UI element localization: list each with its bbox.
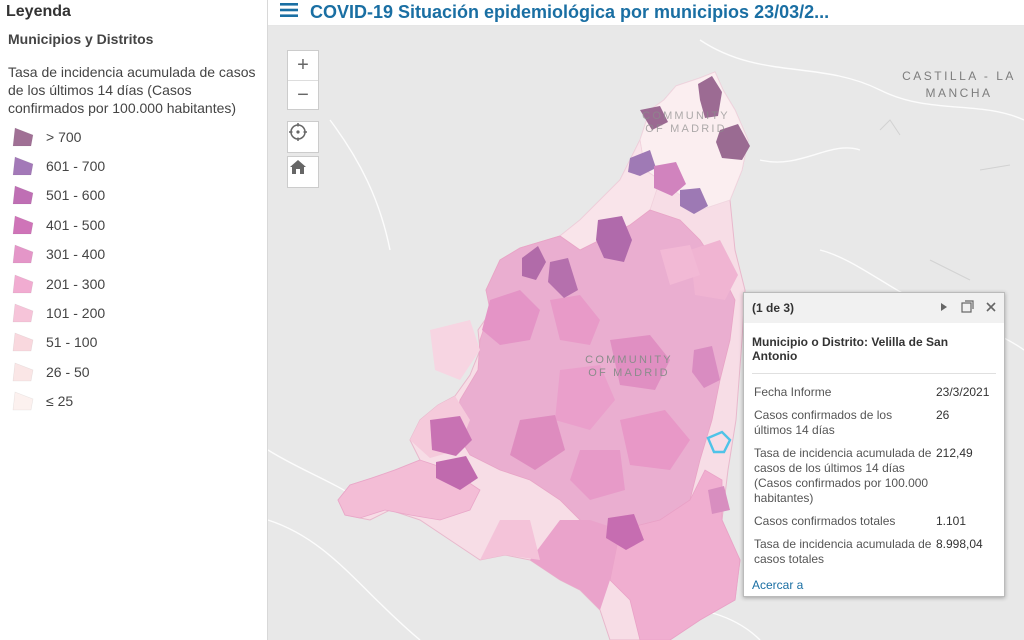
legend-title: Leyenda: [6, 3, 71, 20]
zoom-in-button[interactable]: +: [288, 51, 318, 80]
attribute-value: 26: [936, 408, 950, 422]
attribute-name: Casos confirmados de los últimos 14 días: [754, 408, 893, 437]
legend-swatch-icon: [12, 332, 34, 352]
legend-class-row: 101 - 200: [8, 298, 259, 327]
legend-class-label: 51 - 100: [46, 334, 98, 351]
map-label-community-center: COMMUNITY OF MADRID: [585, 354, 673, 379]
zoom-out-button[interactable]: −: [288, 80, 318, 109]
legend-swatch-icon: [12, 303, 34, 323]
legend-class-label: 401 - 500: [46, 216, 106, 233]
legend-class-list: > 700 601 - 700 501 - 600 401 - 500 301 - 40…: [8, 122, 259, 416]
popup-attribute-row: Casos confirmados totales 1.101: [752, 511, 996, 534]
legend-swatch-icon: [12, 215, 34, 235]
legend-layer-name: Municipios y Distritos: [8, 31, 154, 47]
attribute-name: Casos confirmados totales: [754, 514, 896, 528]
zoom-to-link[interactable]: Acercar a: [752, 578, 803, 592]
attribute-value: 212,49: [936, 446, 973, 460]
legend-swatch-icon: [12, 244, 34, 264]
legend-class-label: > 700: [46, 128, 82, 145]
legend-panel: Leyenda Municipios y Distritos Tasa de i…: [0, 0, 268, 640]
legend-class-row: 301 - 400: [8, 240, 259, 269]
popup-attribute-table: Fecha Informe 23/3/2021 Casos confirmados …: [752, 382, 996, 572]
attribute-value: 1.101: [936, 514, 967, 528]
dock-popup-icon[interactable]: [961, 300, 974, 316]
legend-class-label: 301 - 400: [46, 246, 106, 263]
legend-class-row: 401 - 500: [8, 210, 259, 239]
popup-attribute-row: Tasa de incidencia acumulada de casos to…: [752, 534, 996, 572]
hamburger-icon: [279, 2, 299, 23]
popup-title: Municipio o Distrito: Velilla de San Ant…: [752, 331, 996, 374]
next-feature-icon[interactable]: [939, 301, 949, 315]
legend-swatch-icon: [12, 362, 34, 382]
menu-button[interactable]: [268, 0, 310, 26]
attribute-value: 8.998,04: [936, 537, 983, 551]
popup-attribute-row: Tasa de incidencia acumulada de casos de…: [752, 443, 996, 511]
legend-class-row: 601 - 700: [8, 151, 259, 180]
legend-class-row: 501 - 600: [8, 181, 259, 210]
legend-class-row: 201 - 300: [8, 269, 259, 298]
attribute-name: Fecha Informe: [754, 385, 832, 399]
legend-class-row: 26 - 50: [8, 357, 259, 386]
legend-class-row: 51 - 100: [8, 328, 259, 357]
attribute-name: Tasa de incidencia acumulada de casos to…: [754, 537, 932, 566]
map-label-castilla: CASTILLA - LA MANCHA: [902, 69, 1016, 100]
zoom-controls: + −: [287, 50, 319, 110]
app-title: COVID-19 Situación epidemiológica por mu…: [310, 2, 830, 22]
legend-class-label: ≤ 25: [46, 393, 74, 410]
home-button[interactable]: [287, 156, 319, 188]
basemap-borders: [879, 119, 1011, 281]
legend-swatch-icon: [12, 185, 34, 205]
legend-class-label: 501 - 600: [46, 187, 106, 204]
popup-attribute-row: Casos confirmados de los últimos 14 días…: [752, 405, 996, 443]
legend-swatch-icon: [12, 274, 34, 294]
legend-class-label: 201 - 300: [46, 275, 106, 292]
legend-swatch-icon: [12, 391, 34, 411]
legend-class-label: 101 - 200: [46, 305, 106, 322]
legend-class-row: > 700: [8, 122, 259, 151]
popup-header: (1 de 3): [744, 293, 1004, 323]
legend-swatch-icon: [12, 156, 34, 176]
locate-button[interactable]: [287, 121, 319, 153]
attribute-name: Tasa de incidencia acumulada de casos de…: [754, 446, 932, 505]
popup-counter: (1 de 3): [752, 301, 795, 315]
popup-attribute-row: Fecha Informe 23/3/2021: [752, 382, 996, 405]
legend-class-label: 601 - 700: [46, 158, 106, 175]
close-icon[interactable]: [986, 301, 996, 315]
map-label-community-north: COMMUNITY OF MADRID: [642, 110, 730, 135]
legend-class-label: 26 - 50: [46, 363, 90, 380]
app-header: COVID-19 Situación epidemiológica por mu…: [268, 0, 1024, 26]
feature-popup: (1 de 3) Municipio o Distrito: Velilla d…: [743, 292, 1005, 597]
legend-field-name: Tasa de incidencia acumulada de casos de…: [8, 64, 256, 116]
attribute-value: 23/3/2021: [936, 385, 990, 399]
legend-swatch-icon: [12, 127, 34, 147]
legend-class-row: ≤ 25: [8, 387, 259, 416]
